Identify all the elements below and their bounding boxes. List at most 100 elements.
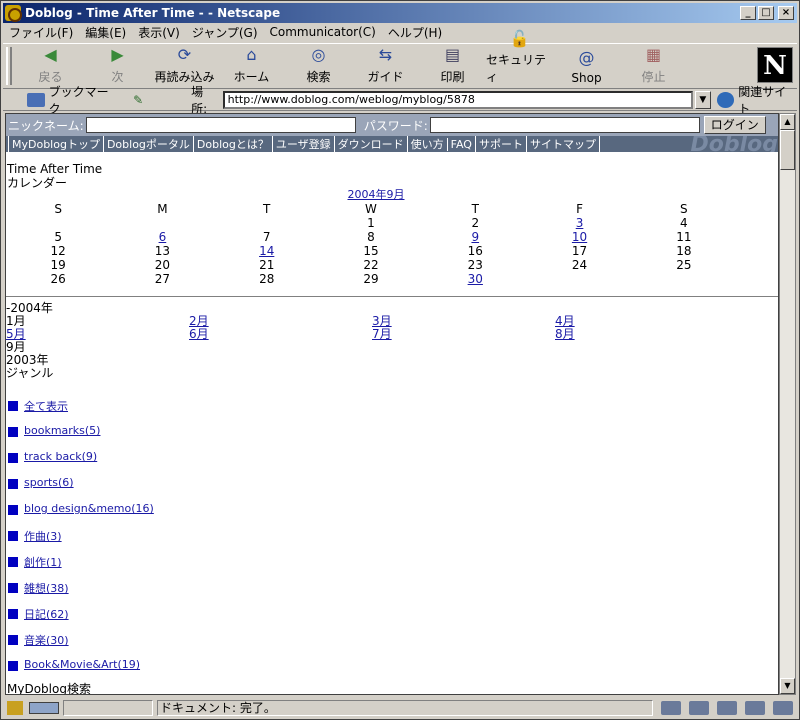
genre-link[interactable]: sports(6): [24, 476, 74, 489]
location-icon[interactable]: ✎: [133, 93, 143, 107]
genre-item: blog design&memo(16): [8, 502, 154, 528]
mail-icon[interactable]: [689, 701, 709, 715]
nav-how-to-use[interactable]: 使い方: [406, 136, 447, 152]
shop-button[interactable]: @ Shop: [553, 44, 620, 88]
calendar-week-row: 5 6 7 8 9 10 11: [6, 230, 736, 244]
calendar-day-link[interactable]: 30: [468, 272, 483, 286]
genre-link[interactable]: 全て表示: [24, 398, 68, 414]
calendar-day-link[interactable]: 9: [471, 230, 479, 244]
nickname-label: ニックネーム:: [8, 118, 84, 133]
genre-bullet-icon[interactable]: [8, 661, 18, 671]
genre-link[interactable]: blog design&memo(16): [24, 502, 154, 515]
archive-month-link[interactable]: 6月: [189, 327, 209, 341]
archive-month-link[interactable]: 7月: [372, 327, 392, 341]
archive-month-link[interactable]: 5月: [6, 327, 26, 341]
genre-bullet-icon[interactable]: [8, 479, 18, 489]
related-sites-button[interactable]: 関連サイト: [716, 83, 797, 117]
calendar-day-link[interactable]: 3: [576, 216, 584, 230]
login-button[interactable]: ログイン: [703, 116, 766, 134]
archive-month-link[interactable]: 4月: [555, 314, 575, 328]
archive-month-link[interactable]: 2月: [189, 314, 209, 328]
menu-view[interactable]: 表示(V): [138, 24, 180, 41]
menu-go[interactable]: ジャンプ(G): [192, 24, 258, 41]
nav-faq[interactable]: FAQ: [446, 137, 475, 151]
guide-signpost-icon: ⇆: [378, 45, 393, 64]
archive-month-link[interactable]: 3月: [372, 314, 392, 328]
nav-doblog-portal[interactable]: Doblogポータル: [102, 136, 193, 152]
genre-link[interactable]: Book&Movie&Art(19): [24, 658, 140, 671]
bookmarks-button[interactable]: ブックマーク: [27, 83, 119, 117]
calendar-day-link[interactable]: 10: [572, 230, 587, 244]
home-button[interactable]: ⌂ ホーム: [218, 44, 285, 88]
calendar-weekday: F: [576, 202, 583, 216]
vertical-scrollbar[interactable]: ▲ ▼: [779, 113, 796, 695]
menu-file[interactable]: ファイル(F): [9, 24, 73, 41]
maximize-button[interactable]: □: [758, 6, 774, 20]
navigator-icon[interactable]: [661, 701, 681, 715]
genre-bullet-icon[interactable]: [8, 531, 18, 541]
nav-user-registration[interactable]: ユーザ登録: [271, 136, 334, 152]
security-button[interactable]: 🔓 セキュリティ: [486, 29, 553, 88]
genre-bullet-icon[interactable]: [8, 583, 18, 593]
archive-month-link[interactable]: 8月: [555, 327, 575, 341]
security-lock-icon[interactable]: [7, 701, 23, 715]
calendar-day-link[interactable]: 6: [159, 230, 167, 244]
scroll-up-button[interactable]: ▲: [780, 114, 795, 130]
menu-help[interactable]: ヘルプ(H): [388, 24, 442, 41]
nav-mydoblog-top[interactable]: MyDoblogトップ: [8, 136, 103, 152]
toolbar-grip[interactable]: [6, 47, 12, 85]
genre-item: sports(6): [8, 476, 154, 502]
calendar-day-cell: 21: [259, 258, 275, 272]
genre-link[interactable]: track back(9): [24, 450, 97, 463]
nav-download[interactable]: ダウンロード: [333, 136, 407, 152]
genre-bullet-icon[interactable]: [8, 401, 18, 411]
calendar-month-link[interactable]: 2004年9月: [348, 188, 405, 201]
forward-button[interactable]: ▶ 次: [84, 44, 151, 88]
search-button[interactable]: ◎ 検索: [285, 44, 352, 88]
netscape-app-icon: [5, 5, 22, 22]
genre-bullet-icon[interactable]: [8, 505, 18, 515]
calendar-day-cell: [632, 272, 736, 286]
calendar-day-cell: [215, 216, 319, 230]
guide-button[interactable]: ⇆ ガイド: [352, 44, 419, 88]
nav-sitemap[interactable]: サイトマップ: [525, 136, 600, 152]
calendar-month: 2004年9月: [6, 188, 746, 202]
archive-year-2003[interactable]: 2003年: [6, 354, 746, 367]
calendar-day-link[interactable]: 14: [259, 244, 274, 258]
nav-support[interactable]: サポート: [474, 136, 526, 152]
genre-link[interactable]: 作曲(3): [24, 528, 62, 544]
scroll-down-button[interactable]: ▼: [780, 678, 795, 694]
login-bar: ニックネーム: パスワード: ログイン: [6, 114, 778, 136]
genre-link[interactable]: bookmarks(5): [24, 424, 100, 437]
stop-button[interactable]: ▦ 停止: [620, 44, 687, 88]
genre-bullet-icon[interactable]: [8, 453, 18, 463]
composer-icon[interactable]: [773, 701, 793, 715]
genre-link[interactable]: 音楽(30): [24, 632, 69, 648]
print-button[interactable]: ▤ 印刷: [419, 44, 486, 88]
genre-bullet-icon[interactable]: [8, 635, 18, 645]
newsgroups-icon[interactable]: [717, 701, 737, 715]
scroll-thumb[interactable]: [780, 130, 795, 170]
back-button[interactable]: ◀ 戻る: [17, 44, 84, 88]
close-button[interactable]: ×: [778, 6, 794, 20]
password-input[interactable]: [429, 117, 700, 133]
calendar-day-cell: 6: [110, 230, 214, 244]
genre-bullet-icon[interactable]: [8, 427, 18, 437]
archive-month-cell: 4月: [555, 315, 738, 328]
genre-link[interactable]: 創作(1): [24, 554, 62, 570]
address-book-icon[interactable]: [745, 701, 765, 715]
menu-edit[interactable]: 編集(E): [85, 24, 126, 41]
netscape-logo[interactable]: N: [757, 47, 793, 83]
lock-icon: 🔓: [509, 29, 530, 48]
nav-about-doblog[interactable]: Doblogとは？: [192, 136, 272, 152]
genre-bullet-icon[interactable]: [8, 609, 18, 619]
minimize-button[interactable]: _: [740, 6, 756, 20]
url-input[interactable]: http://www.doblog.com/weblog/myblog/5878: [222, 90, 693, 109]
genre-bullet-icon[interactable]: [8, 557, 18, 567]
url-dropdown-button[interactable]: ▼: [694, 90, 711, 109]
genre-link[interactable]: 日記(62): [24, 606, 69, 622]
menu-communicator[interactable]: Communicator(C): [270, 25, 376, 39]
genre-link[interactable]: 雑想(38): [24, 580, 69, 596]
nickname-input[interactable]: [85, 117, 356, 133]
reload-button[interactable]: ⟳ 再読み込み: [151, 44, 218, 88]
